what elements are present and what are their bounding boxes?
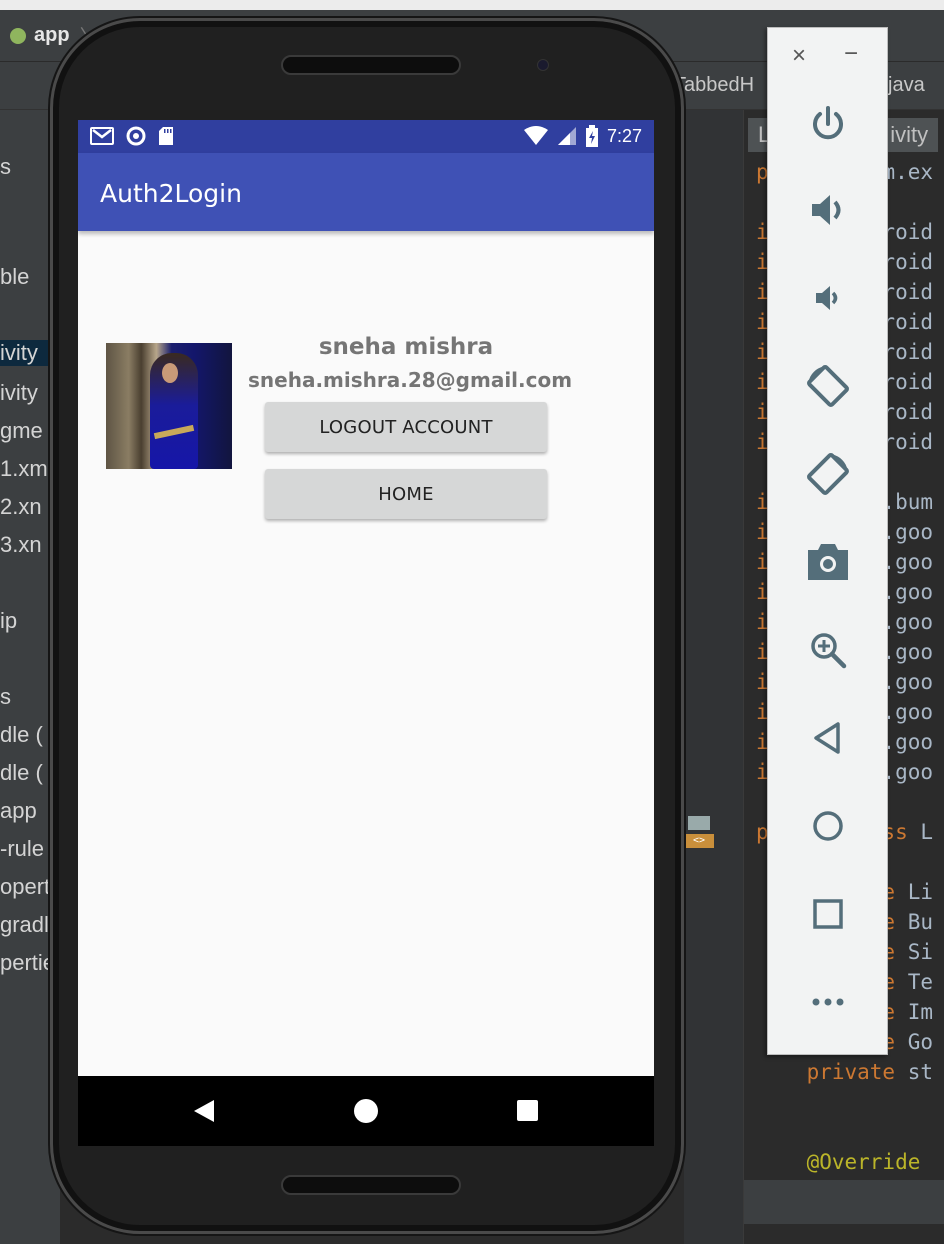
wifi-icon bbox=[523, 126, 549, 146]
breadcrumb-app[interactable]: app bbox=[0, 24, 80, 47]
code-line: @Override bbox=[806, 1150, 921, 1174]
project-item[interactable]: gme bbox=[0, 418, 43, 444]
code-line: private st bbox=[806, 1060, 934, 1084]
rotate-right-icon[interactable] bbox=[802, 448, 854, 500]
project-item[interactable]: app bbox=[0, 798, 37, 824]
project-item[interactable]: ble bbox=[0, 264, 29, 290]
layout-marker-icon[interactable]: <> bbox=[684, 816, 714, 850]
project-item[interactable]: gradl bbox=[0, 912, 49, 938]
status-time: 7:27 bbox=[606, 125, 642, 146]
app-bar: Auth2Login bbox=[78, 153, 654, 231]
marker-label: <> bbox=[684, 834, 714, 848]
home-button[interactable]: HOME bbox=[265, 469, 547, 519]
nav-home-icon[interactable] bbox=[354, 1099, 378, 1123]
project-item[interactable]: dle ( bbox=[0, 722, 43, 748]
project-item[interactable]: ivity bbox=[0, 380, 38, 406]
emulator-toolbar: × − bbox=[767, 27, 888, 1055]
device-speaker-bottom bbox=[281, 1175, 461, 1195]
profile-name: sneha mishra bbox=[318, 334, 494, 360]
device-screen: 7:27 Auth2Login sneha mishra sneha.mishr… bbox=[78, 120, 654, 1146]
power-icon[interactable] bbox=[802, 98, 854, 150]
editor-tab-suffix: ivity bbox=[890, 122, 929, 147]
logout-account-button[interactable]: LOGOUT ACCOUNT bbox=[265, 402, 547, 452]
project-item[interactable]: 3.xn bbox=[0, 532, 42, 558]
volume-down-icon[interactable] bbox=[802, 272, 854, 324]
editor-bottom-bar bbox=[744, 1180, 944, 1224]
project-item[interactable]: opert bbox=[0, 874, 50, 900]
project-item[interactable]: s bbox=[0, 684, 11, 710]
ide-top-strip bbox=[0, 0, 944, 10]
battery-charging-icon bbox=[585, 125, 599, 147]
camera-icon[interactable] bbox=[802, 536, 854, 588]
editor-gutter bbox=[684, 110, 744, 1244]
editor-tab-java[interactable]: java bbox=[888, 74, 925, 97]
more-icon[interactable] bbox=[802, 976, 854, 1028]
navigation-bar bbox=[78, 1076, 654, 1146]
overview-icon[interactable] bbox=[802, 888, 854, 940]
project-item[interactable]: dle ( bbox=[0, 760, 43, 786]
project-item[interactable]: s bbox=[0, 154, 11, 180]
project-item[interactable]: 2.xn bbox=[0, 494, 42, 520]
app-title: Auth2Login bbox=[100, 179, 242, 208]
back-icon[interactable] bbox=[802, 712, 854, 764]
project-item[interactable]: -rule bbox=[0, 836, 44, 862]
signal-icon bbox=[557, 126, 577, 146]
project-item[interactable]: pertie bbox=[0, 950, 55, 976]
gmail-icon bbox=[90, 127, 114, 145]
zoom-icon[interactable] bbox=[802, 624, 854, 676]
project-item[interactable]: 1.xm bbox=[0, 456, 48, 482]
sd-card-icon bbox=[158, 126, 174, 146]
circle-icon bbox=[126, 126, 146, 146]
device-speaker-top bbox=[281, 55, 461, 75]
project-item[interactable]: ip bbox=[0, 608, 17, 634]
nav-back-icon[interactable] bbox=[194, 1100, 214, 1122]
device-camera bbox=[537, 59, 549, 71]
home-icon[interactable] bbox=[802, 800, 854, 852]
volume-up-icon[interactable] bbox=[802, 184, 854, 236]
minimize-icon[interactable]: − bbox=[844, 40, 858, 68]
editor-tab-tabbed[interactable]: TabbedH bbox=[674, 74, 754, 97]
profile-email: sneha.mishra.28@gmail.com bbox=[248, 368, 573, 392]
module-icon bbox=[10, 27, 26, 44]
status-bar: 7:27 bbox=[78, 120, 654, 153]
close-icon[interactable]: × bbox=[792, 42, 806, 70]
profile-photo bbox=[106, 343, 232, 469]
rotate-left-icon[interactable] bbox=[802, 360, 854, 412]
nav-recents-icon[interactable] bbox=[517, 1100, 538, 1121]
breadcrumb-app-label: app bbox=[34, 24, 70, 46]
